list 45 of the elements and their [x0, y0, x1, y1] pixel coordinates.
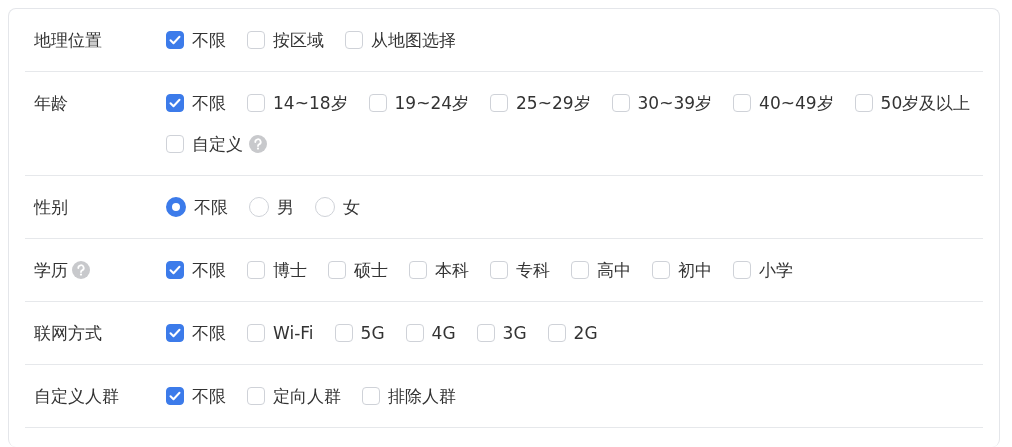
field-label: 自定义人群	[34, 384, 119, 408]
option-label[interactable]: 不限	[192, 384, 226, 408]
option-label[interactable]: 不限	[192, 28, 226, 52]
option-label[interactable]: 博士	[273, 258, 307, 282]
help-icon[interactable]	[72, 261, 90, 279]
field-label: 年龄	[34, 91, 68, 115]
checkbox[interactable]	[166, 387, 184, 405]
option-label[interactable]: 不限	[192, 258, 226, 282]
option-label[interactable]: 初中	[678, 258, 712, 282]
field-label: 地理位置	[34, 28, 102, 52]
option-label[interactable]: 25~29岁	[516, 91, 591, 115]
field-label: 性别	[34, 195, 68, 219]
option-label[interactable]: 按区域	[273, 28, 324, 52]
option-label[interactable]: 不限	[194, 195, 228, 219]
option-label[interactable]: Wi-Fi	[273, 323, 314, 343]
option-label[interactable]: 本科	[435, 258, 469, 282]
field-label: 联网方式	[34, 321, 102, 345]
option-label[interactable]: 不限	[192, 321, 226, 345]
field-label: 学历	[34, 258, 68, 282]
option-label[interactable]: 自定义	[192, 132, 243, 156]
option-label[interactable]: 不限	[192, 91, 226, 115]
checkbox[interactable]	[166, 324, 184, 342]
option-label[interactable]: 2G	[573, 323, 598, 343]
option-label[interactable]: 定向人群	[273, 384, 341, 408]
option-label[interactable]: 30~39岁	[637, 91, 713, 115]
option-label[interactable]: 40~49岁	[759, 91, 834, 115]
option-label[interactable]: 硕士	[354, 258, 388, 282]
option-label[interactable]: 4G	[431, 323, 456, 343]
option-label[interactable]: 小学	[759, 258, 793, 282]
option-label[interactable]: 19~24岁	[394, 91, 470, 115]
option-label[interactable]: 14~18岁	[273, 91, 348, 115]
option-label[interactable]: 5G	[360, 323, 385, 343]
option-label[interactable]: 男	[277, 195, 294, 219]
option-label[interactable]: 50岁及以上	[880, 91, 971, 115]
option-label[interactable]: 3G	[502, 323, 527, 343]
option-label[interactable]: 女	[343, 195, 360, 219]
option-label[interactable]: 排除人群	[388, 384, 456, 408]
help-icon[interactable]	[249, 135, 267, 153]
option-label[interactable]: 从地图选择	[371, 28, 456, 52]
option-label[interactable]: 高中	[597, 258, 631, 282]
checkbox[interactable]	[166, 94, 184, 112]
option-label[interactable]: 专科	[516, 258, 550, 282]
checkbox[interactable]	[166, 31, 184, 49]
radio-button[interactable]	[166, 197, 186, 217]
checkbox[interactable]	[166, 261, 184, 279]
